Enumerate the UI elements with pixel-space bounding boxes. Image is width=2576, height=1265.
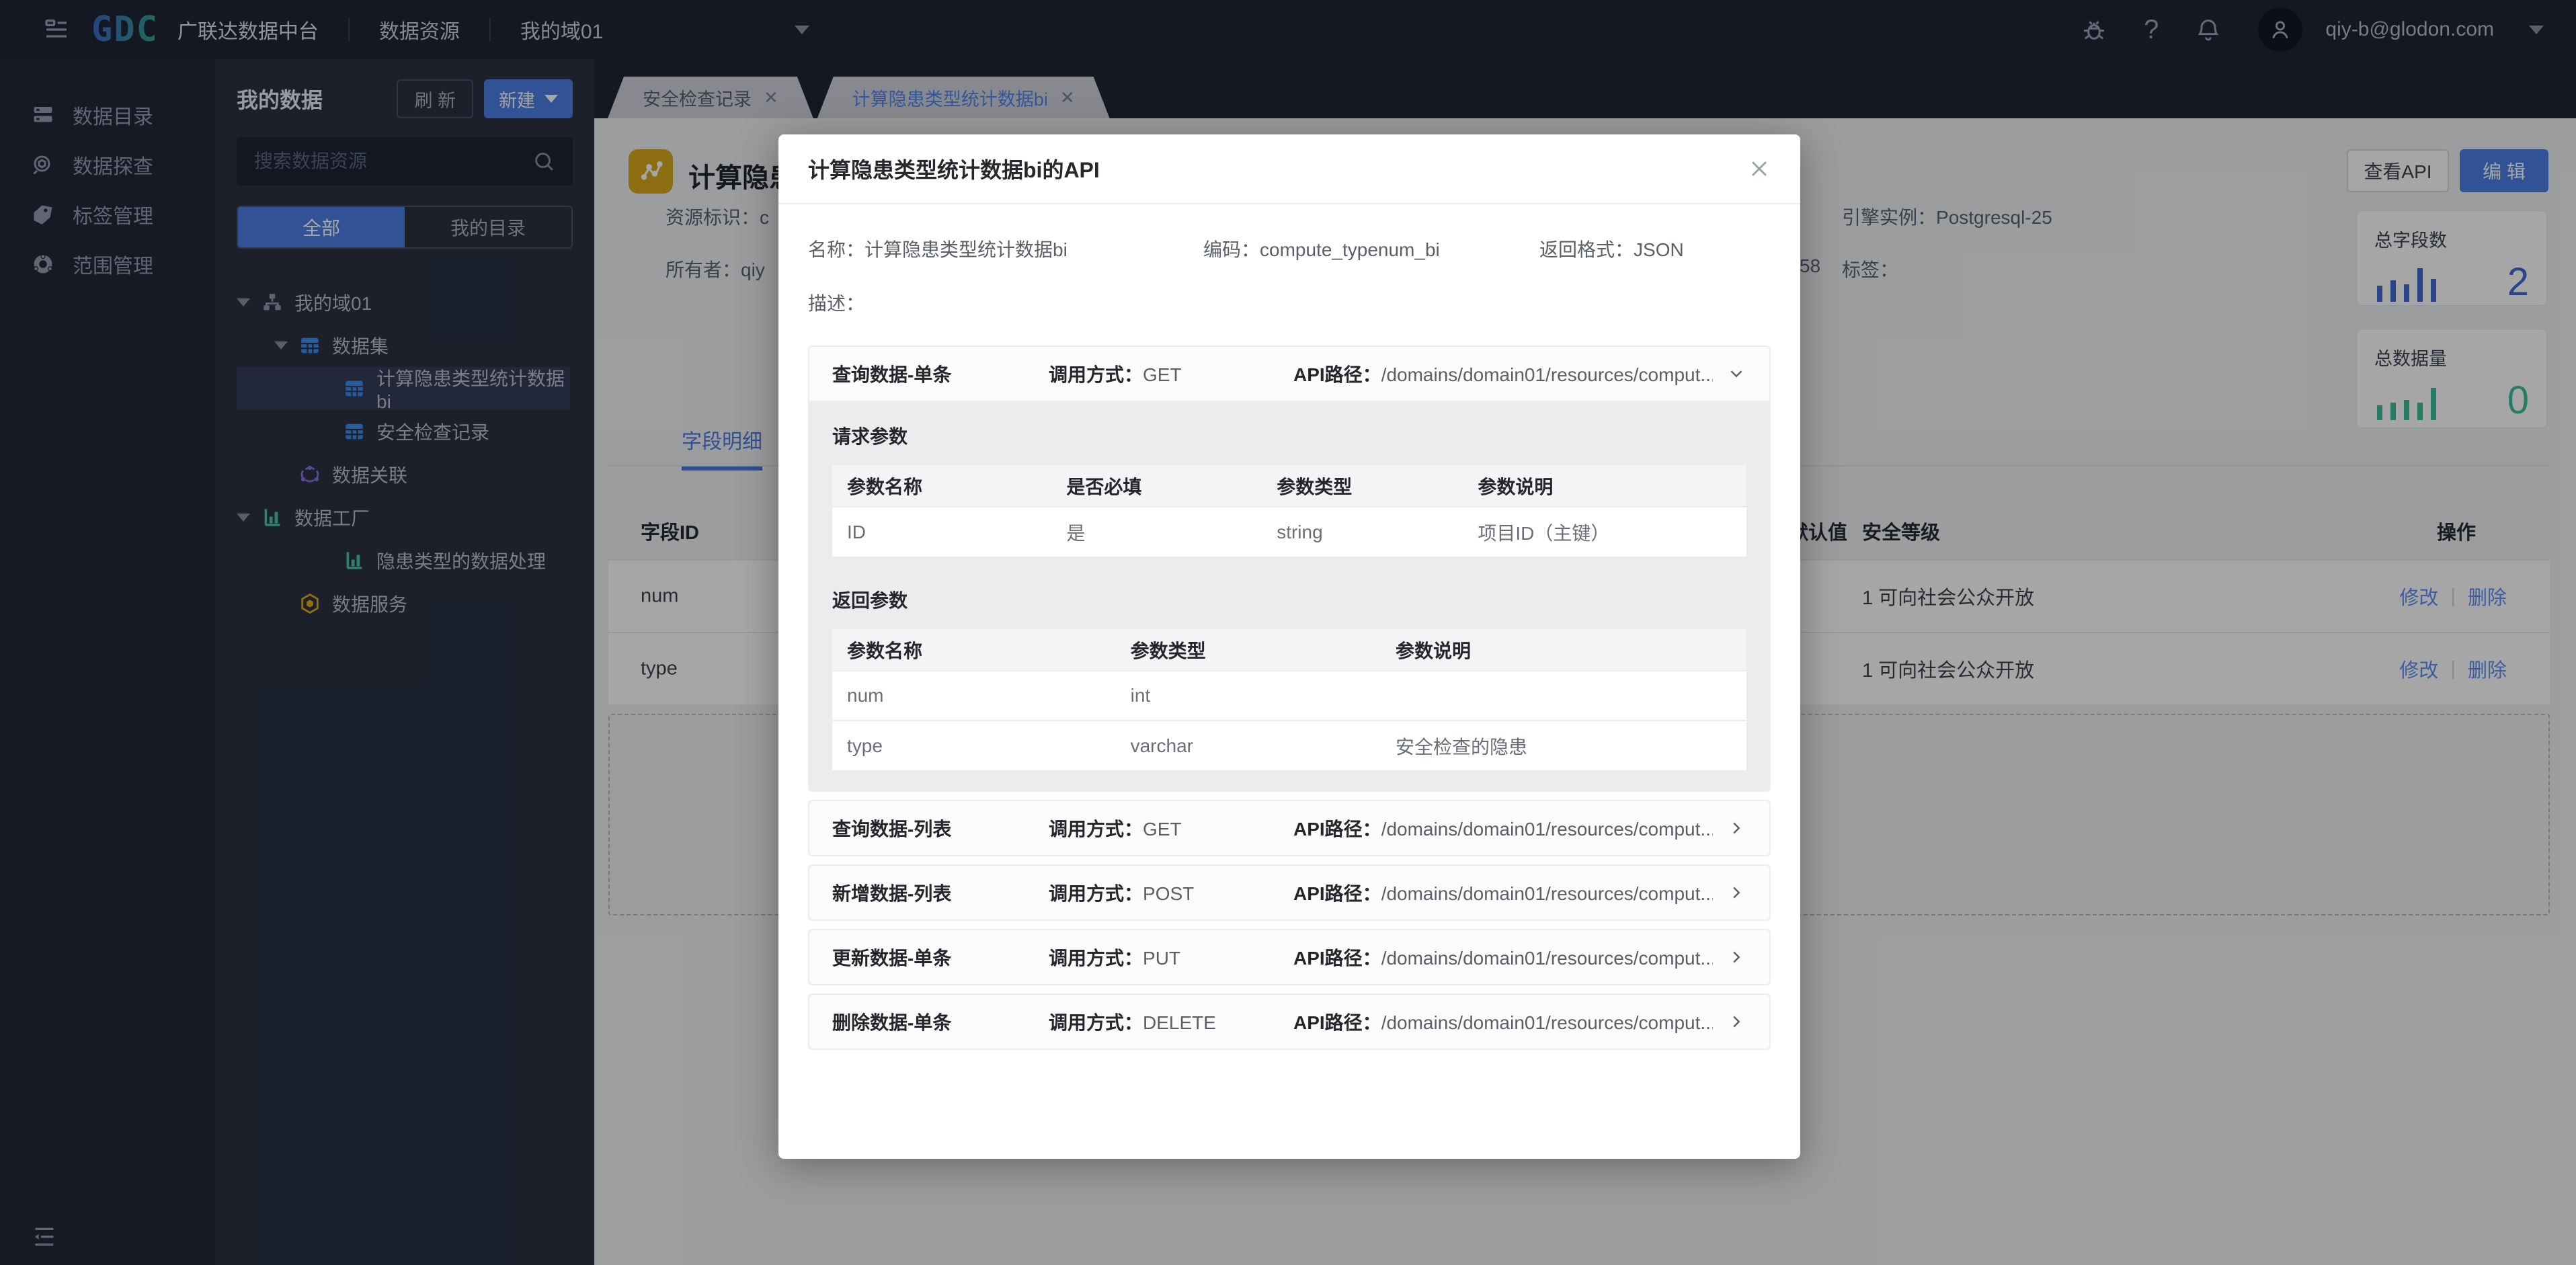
request-params-table: 参数名称 是否必填 参数类型 参数说明 ID 是 string 项目ID（主键） (832, 465, 1746, 557)
chevron-right-icon (1726, 1012, 1746, 1032)
chevron-right-icon (1726, 947, 1746, 967)
request-params-title: 请求参数 (832, 422, 1746, 449)
api-section-create-list[interactable]: 新增数据-列表 调用方式：POST API路径：/domains/domain0… (808, 864, 1771, 921)
param-row: ID 是 string 项目ID（主键） (832, 507, 1746, 557)
close-icon[interactable] (1748, 157, 1771, 180)
param-row: type varchar 安全检查的隐患 (832, 721, 1746, 770)
param-row: num int (832, 671, 1746, 721)
return-params-title: 返回参数 (832, 586, 1746, 613)
api-section-delete-single[interactable]: 删除数据-单条 调用方式：DELETE API路径：/domains/domai… (808, 993, 1771, 1050)
api-section-detail: 请求参数 参数名称 是否必填 参数类型 参数说明 ID 是 string 项目I… (808, 402, 1771, 792)
api-section-update-single[interactable]: 更新数据-单条 调用方式：PUT API路径：/domains/domain01… (808, 929, 1771, 985)
api-section-list: 查询数据-单条 调用方式：GET API路径：/domains/domain01… (808, 345, 1771, 1050)
api-detail-modal: 计算隐患类型统计数据bi的API 名称：计算隐患类型统计数据bi 编码：comp… (778, 134, 1800, 1159)
return-params-table: 参数名称 参数类型 参数说明 num int type varchar 安全检查… (832, 629, 1746, 770)
chevron-down-icon (1726, 364, 1746, 384)
chevron-right-icon (1726, 818, 1746, 838)
api-section-query-single[interactable]: 查询数据-单条 调用方式：GET API路径：/domains/domain01… (808, 345, 1771, 402)
chevron-right-icon (1726, 883, 1746, 903)
api-section-query-list[interactable]: 查询数据-列表 调用方式：GET API路径：/domains/domain01… (808, 800, 1771, 856)
modal-title: 计算隐患类型统计数据bi的API (808, 153, 1100, 184)
api-description: 描述： (808, 289, 1771, 316)
api-meta: 名称：计算隐患类型统计数据bi 编码：compute_typenum_bi 返回… (808, 235, 1771, 262)
